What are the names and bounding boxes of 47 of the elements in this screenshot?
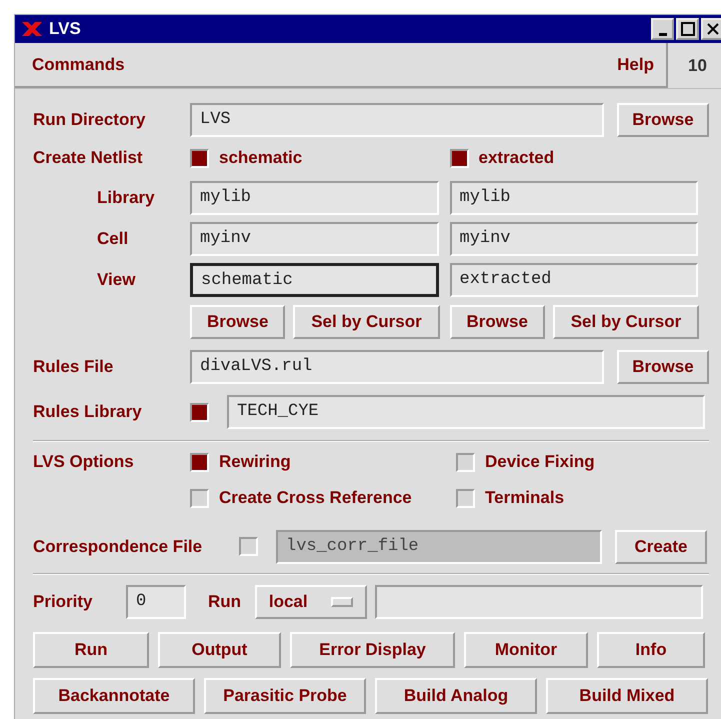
input-field[interactable]: divaLVS.rul xyxy=(190,350,604,384)
checkbox-label[interactable]: Device Fixing xyxy=(485,452,595,472)
field-label: Run Directory xyxy=(33,110,146,130)
action-button[interactable]: Build Analog xyxy=(375,678,537,714)
browse-button[interactable]: Browse xyxy=(617,350,709,384)
input-field[interactable]: 0 xyxy=(126,584,186,618)
input-field[interactable]: mylib xyxy=(450,180,698,214)
netlist-button[interactable]: Browse xyxy=(190,305,286,339)
field-label: Cell xyxy=(96,228,130,248)
action-button[interactable]: Backannotate xyxy=(33,678,195,714)
field-label: Run xyxy=(208,592,242,612)
action-button[interactable]: Monitor xyxy=(464,632,588,668)
netlist-button[interactable]: Sel by Cursor xyxy=(293,305,440,339)
browse-button[interactable]: Browse xyxy=(617,103,709,137)
dropdown[interactable]: local xyxy=(255,584,368,618)
menu-item[interactable]: Help xyxy=(617,54,654,74)
menu-item[interactable]: Commands xyxy=(32,54,125,74)
action-button[interactable]: Info xyxy=(597,632,705,668)
checkbox-label[interactable]: schematic xyxy=(219,148,302,168)
field-label: View xyxy=(96,270,136,290)
field-label: Create Netlist xyxy=(33,148,144,168)
input-field[interactable]: mylib xyxy=(190,180,438,214)
input-field[interactable]: extracted xyxy=(450,262,698,296)
field-label: Rules Library xyxy=(33,402,143,422)
action-button[interactable]: Output xyxy=(158,632,281,668)
input-field[interactable]: schematic xyxy=(190,262,439,296)
checkbox-label[interactable]: Create Cross Reference xyxy=(219,488,412,508)
section-label: LVS Options xyxy=(33,452,135,473)
checkbox-label[interactable]: Rewiring xyxy=(219,452,291,472)
netlist-button[interactable]: Sel by Cursor xyxy=(552,305,699,339)
field-label: Rules File xyxy=(33,357,114,377)
checkbox-label[interactable]: Terminals xyxy=(485,488,564,508)
field-label: Library xyxy=(96,188,156,208)
counter-label: 10 xyxy=(687,56,707,76)
action-button[interactable]: Error Display xyxy=(290,632,455,668)
input-field[interactable]: TECH_CYE xyxy=(227,395,705,429)
field-label: Priority xyxy=(33,592,94,612)
input-field[interactable]: LVS xyxy=(190,103,604,137)
action-button[interactable]: Build Mixed xyxy=(546,678,708,714)
netlist-button[interactable]: Browse xyxy=(450,305,545,339)
input-field[interactable]: myinv xyxy=(450,222,698,256)
action-button[interactable]: Run xyxy=(33,632,149,668)
action-button[interactable]: Parasitic Probe xyxy=(204,678,366,714)
checkbox-label[interactable]: extracted xyxy=(478,148,554,168)
input-field[interactable]: myinv xyxy=(190,222,438,256)
window-title: LVS xyxy=(49,19,81,39)
field-label: Correspondence File xyxy=(33,536,204,556)
